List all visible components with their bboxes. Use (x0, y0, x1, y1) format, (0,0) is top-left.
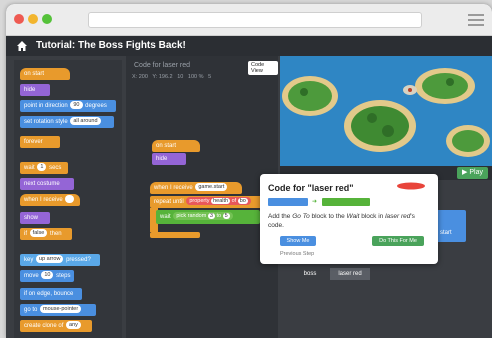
page-title: Tutorial: The Boss Fights Back! (36, 40, 186, 51)
tooltip-code-preview: ➜ (268, 198, 370, 206)
palette-block-forever[interactable]: forever (20, 136, 60, 148)
script-hat-when-i-receive[interactable]: when I receive game.start (150, 182, 242, 194)
palette-block-create-clone[interactable]: create clone of any (20, 320, 92, 332)
palette-block-key-pressed[interactable]: key up arrow pressed? (20, 254, 100, 266)
palette-block-set-rotation-style[interactable]: set rotation style all around (20, 116, 114, 128)
block-palette: on start hide point in direction 90 degr… (14, 60, 122, 338)
code-workspace[interactable]: Code for laser red Code View X: 200 Y: 1… (126, 56, 278, 338)
workspace-title: Code for laser red (134, 62, 191, 69)
palette-block-if-on-edge-bounce[interactable]: if on edge, bounce (20, 288, 82, 300)
home-icon[interactable] (16, 40, 28, 52)
minimize-window-button[interactable] (28, 14, 38, 24)
script-block-hide[interactable]: hide (152, 153, 186, 165)
repeat-bottom (150, 232, 200, 238)
address-bar[interactable] (88, 12, 422, 28)
do-this-for-me-button[interactable]: Do This For Me (372, 236, 424, 246)
palette-block-move[interactable]: move 10 steps (20, 270, 74, 282)
start-label: start (440, 230, 452, 236)
palette-block-go-to[interactable]: go to mouse-pointer (20, 304, 96, 316)
stage-map-image (280, 56, 492, 166)
palette-block-if-then[interactable]: if false then (20, 228, 72, 240)
workspace-coordinates: X: 200 Y: 196.2 10 100 % 5 (132, 74, 212, 80)
previous-step-link[interactable]: Previous Step (280, 251, 314, 257)
palette-block-when-i-receive[interactable]: when I receive (20, 194, 80, 206)
script-block-repeat-until[interactable]: repeat until property health of bo (150, 196, 278, 208)
tutorial-header: Tutorial: The Boss Fights Back! (6, 36, 492, 56)
palette-block-hide[interactable]: hide (20, 84, 50, 96)
play-button[interactable]: ▶ Play (457, 167, 488, 179)
browser-chrome (6, 4, 492, 36)
tooltip-instructions: Add the Go To block to the Wait block in… (268, 213, 415, 229)
palette-block-on-start[interactable]: on start (20, 68, 70, 80)
tutorial-tooltip: Code for "laser red" ➜ Add the Go To blo… (260, 174, 438, 264)
palette-block-show[interactable]: show (20, 212, 50, 224)
play-icon: ▶ (462, 169, 468, 176)
close-window-button[interactable] (14, 14, 24, 24)
palette-block-next-costume[interactable]: next costume (20, 178, 74, 190)
menu-icon[interactable] (468, 14, 484, 26)
close-icon[interactable] (396, 182, 426, 190)
code-view-button[interactable]: Code View (248, 61, 278, 75)
maximize-window-button[interactable] (42, 14, 52, 24)
app-window: Tutorial: The Boss Fights Back! on start… (6, 4, 492, 338)
sprite-item-laser-red[interactable]: laser red (330, 268, 370, 280)
palette-block-point-in-direction[interactable]: point in direction 90 degrees (20, 100, 116, 112)
sprite-item-boss[interactable]: boss (290, 268, 330, 280)
game-stage[interactable] (280, 56, 492, 166)
script-block-wait-random[interactable]: wait pick random 3 to 5 (156, 210, 260, 224)
show-me-button[interactable]: Show Me (280, 236, 316, 246)
script-hat-on-start[interactable]: on start (152, 140, 200, 152)
tooltip-title: Code for "laser red" (268, 183, 354, 193)
palette-block-wait[interactable]: wait 1 secs (20, 162, 68, 174)
